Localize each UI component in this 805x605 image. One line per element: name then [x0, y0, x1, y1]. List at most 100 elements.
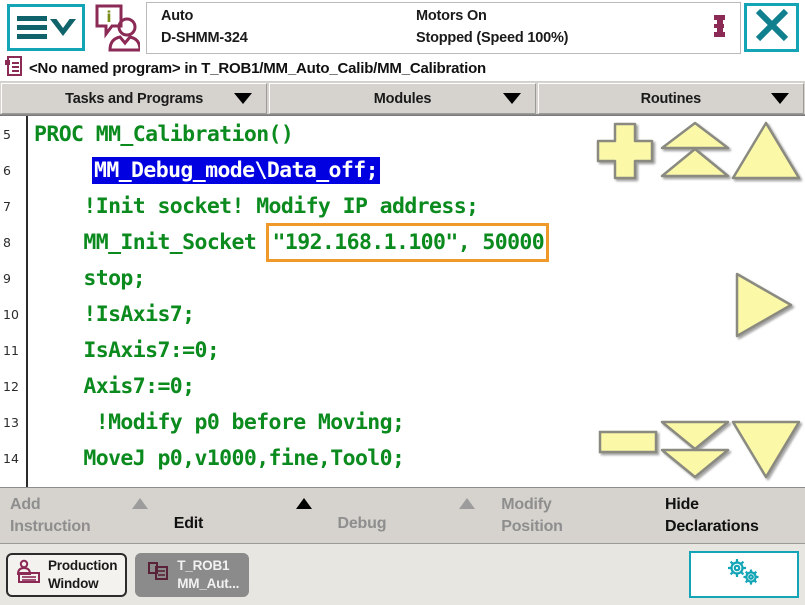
- robot-arm-icon: [708, 14, 726, 47]
- page-up-button[interactable]: [660, 120, 730, 187]
- code-line[interactable]: 9 stop;: [0, 260, 805, 296]
- minus-button[interactable]: [597, 429, 659, 460]
- chevron-down-icon: [50, 19, 76, 36]
- program-editor-icon: [145, 559, 171, 590]
- status-mode-column: Auto D-SHMM-324: [161, 6, 416, 48]
- triangle-down-icon: [731, 419, 801, 481]
- label-line-2: Position: [501, 518, 563, 535]
- line-number: 14: [0, 451, 26, 466]
- taskbar-item-label: Production Window: [48, 557, 117, 592]
- label-line-1: Hide: [665, 496, 699, 513]
- taskbar-item-program-editor[interactable]: T_ROB1 MM_Aut...: [135, 553, 249, 597]
- taskbar-item-production-window[interactable]: Production Window: [6, 553, 127, 597]
- play-button[interactable]: [733, 271, 795, 344]
- page-down-button[interactable]: [660, 419, 730, 486]
- line-number: 5: [0, 127, 26, 142]
- debug-button[interactable]: Debug: [328, 488, 492, 543]
- taskbar-item-label: T_ROB1 MM_Aut...: [177, 557, 239, 592]
- code-line-text: MoveJ p0,v1000,fine,Tool0;: [34, 446, 404, 471]
- svg-text:i: i: [106, 8, 111, 26]
- triangle-up-icon: [459, 498, 475, 509]
- production-window-icon: [16, 559, 42, 590]
- program-file-icon: [4, 55, 24, 82]
- minus-bar-icon: [597, 429, 659, 455]
- label-line-2: MM_Aut...: [177, 576, 239, 591]
- hide-declarations-button[interactable]: Hide Declarations: [655, 488, 805, 543]
- taskbar: Production Window T_ROB1 MM_Aut...: [0, 543, 805, 605]
- code-line-text: stop;: [34, 266, 145, 291]
- operator-info-icon[interactable]: i: [92, 3, 140, 53]
- triangle-up-icon: [731, 120, 801, 182]
- tab-label: Tasks and Programs: [65, 91, 203, 107]
- double-chevron-down-icon: [660, 419, 730, 481]
- triangle-right-icon: [733, 271, 795, 339]
- label-line-1: Modify: [501, 496, 551, 513]
- modify-position-button[interactable]: Modify Position: [491, 488, 655, 543]
- code-line[interactable]: 10 !IsAxis7;: [0, 296, 805, 332]
- code-line-text: !Init socket! Modify IP address;: [34, 194, 478, 219]
- code-line-text: Axis7:=0;: [34, 374, 194, 399]
- modify-position-label: Modify Position: [501, 494, 563, 537]
- label-line-1: Production: [48, 558, 117, 573]
- top-header: i Auto D-SHMM-324 Motors On Stopped (Spe…: [0, 0, 805, 55]
- line-number: 7: [0, 199, 26, 214]
- tab-label: Routines: [641, 91, 701, 107]
- code-line[interactable]: 7 !Init socket! Modify IP address;: [0, 188, 805, 224]
- code-line-text: PROC MM_Calibration(): [34, 122, 293, 147]
- line-number: 12: [0, 379, 26, 394]
- tab-routines[interactable]: Routines: [538, 83, 804, 114]
- label-line-2: Instruction: [10, 518, 90, 535]
- double-chevron-up-icon: [660, 120, 730, 182]
- program-path-bar: <No named program> in T_ROB1/MM_Auto_Cal…: [0, 55, 805, 82]
- instruction-name: MM_Init_Socket: [34, 230, 269, 255]
- scroll-up-button[interactable]: [731, 120, 801, 187]
- code-line-with-argument-box[interactable]: 8 MM_Init_Socket "192.168.1.100", 50000: [0, 224, 805, 260]
- line-number: 13: [0, 415, 26, 430]
- caret-down-icon: [503, 93, 521, 104]
- add-plus-button[interactable]: [594, 120, 656, 187]
- caret-down-icon: [771, 93, 789, 104]
- label-line-1: T_ROB1: [177, 558, 229, 573]
- triangle-up-icon: [296, 498, 312, 509]
- program-path-text: <No named program> in T_ROB1/MM_Auto_Cal…: [29, 60, 486, 77]
- label-line-2: Window: [48, 576, 98, 591]
- plus-icon: [594, 120, 656, 182]
- tab-modules[interactable]: Modules: [269, 83, 535, 114]
- label-line-2: Declarations: [665, 518, 759, 535]
- tab-tasks-and-programs[interactable]: Tasks and Programs: [1, 83, 267, 114]
- code-line[interactable]: 11 IsAxis7:=0;: [0, 332, 805, 368]
- close-x-icon: [754, 7, 790, 48]
- code-line-text: MM_Init_Socket "192.168.1.100", 50000: [34, 230, 546, 255]
- status-panel[interactable]: Auto D-SHMM-324 Motors On Stopped (Speed…: [146, 2, 741, 54]
- edit-label: Edit: [174, 497, 203, 535]
- line-number: 9: [0, 271, 26, 286]
- status-motor-column: Motors On Stopped (Speed 100%): [416, 6, 666, 48]
- line-number: 10: [0, 307, 26, 322]
- debug-label: Debug: [338, 497, 387, 535]
- quickset-menu-button[interactable]: [689, 551, 799, 598]
- scroll-down-button[interactable]: [731, 419, 801, 486]
- main-menu-button[interactable]: [7, 4, 85, 51]
- code-line-text: !IsAxis7;: [34, 302, 194, 327]
- triangle-up-icon: [132, 498, 148, 509]
- close-button[interactable]: [744, 3, 799, 52]
- status-operating-mode: Auto: [161, 6, 416, 27]
- status-motors: Motors On: [416, 6, 666, 27]
- code-line-text: !Modify p0 before Moving;: [34, 410, 404, 435]
- code-line-text: MM_Debug_mode\Data_off;: [92, 157, 380, 184]
- add-instruction-button[interactable]: Add Instruction: [0, 488, 164, 543]
- caret-down-icon: [234, 93, 252, 104]
- status-execution: Stopped (Speed 100%): [416, 28, 666, 49]
- add-instruction-label: Add Instruction: [10, 494, 90, 537]
- hamburger-menu-icon: [17, 16, 47, 39]
- code-editor[interactable]: 5 PROC MM_Calibration() 6 MM_Debug_mode\…: [0, 115, 805, 487]
- code-line[interactable]: 12 Axis7:=0;: [0, 368, 805, 404]
- code-line-text: IsAxis7:=0;: [34, 338, 219, 363]
- robot-teach-pendant-app: i Auto D-SHMM-324 Motors On Stopped (Spe…: [0, 0, 805, 605]
- line-number: 11: [0, 343, 26, 358]
- edit-button[interactable]: Edit: [164, 488, 328, 543]
- editor-action-bar: Add Instruction Edit Debug Modify Positi…: [0, 487, 805, 543]
- label-line-1: Add: [10, 496, 41, 513]
- argument-box[interactable]: "192.168.1.100", 50000: [269, 226, 547, 259]
- tab-label: Modules: [374, 91, 431, 107]
